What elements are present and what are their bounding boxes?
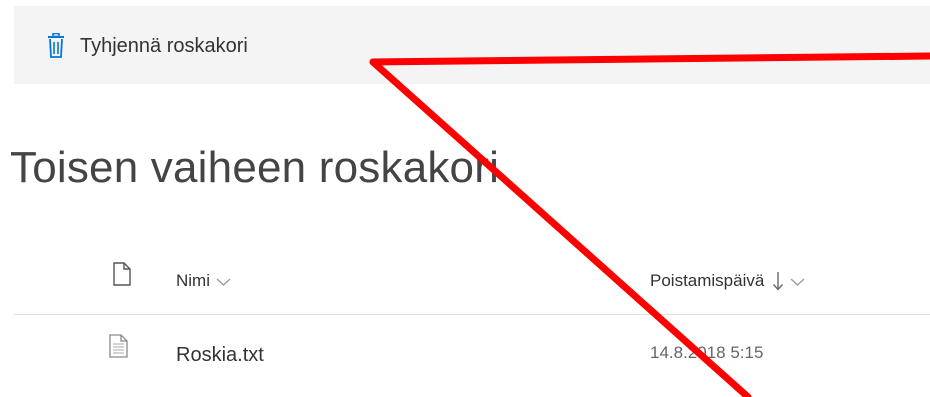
header-divider — [14, 314, 930, 315]
document-icon — [113, 262, 131, 286]
column-header-deleted-date-label: Poistamispäivä — [650, 271, 765, 290]
sort-down-arrow-icon — [773, 272, 784, 291]
column-header-name[interactable]: Nimi — [176, 262, 231, 300]
empty-recycle-bin-label: Tyhjennä roskakori — [80, 34, 248, 57]
deleted-date: 14.8.2018 5:15 — [650, 343, 764, 362]
empty-recycle-bin-button[interactable]: Tyhjennä roskakori — [46, 32, 248, 60]
chevron-down-icon — [216, 278, 231, 286]
chevron-down-icon — [790, 278, 805, 286]
text-file-icon — [109, 334, 128, 358]
trash-can-icon — [48, 33, 64, 58]
table-row[interactable]: Roskia.txt 14.8.2018 5:15 — [14, 326, 930, 386]
file-name[interactable]: Roskia.txt — [176, 344, 264, 367]
column-header-deleted-date[interactable]: Poistamispäivä — [650, 262, 805, 300]
column-header-name-label: Nimi — [176, 271, 210, 290]
page-title: Toisen vaiheen roskakori — [10, 143, 500, 192]
